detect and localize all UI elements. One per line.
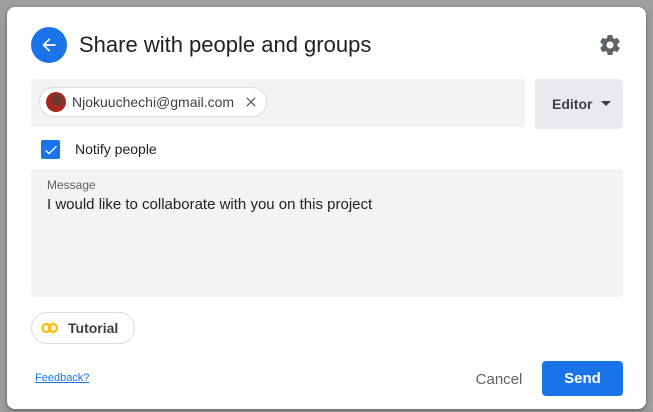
- recipient-email: Njokuuchechi@gmail.com: [72, 94, 235, 110]
- close-icon: [246, 97, 256, 107]
- cancel-button[interactable]: Cancel: [467, 361, 531, 397]
- tutorial-button[interactable]: Tutorial: [31, 312, 135, 344]
- check-icon: [44, 145, 57, 155]
- gear-icon: [600, 35, 620, 55]
- notify-checkbox[interactable]: [41, 140, 60, 159]
- caret-down-icon: [601, 101, 611, 106]
- avatar: [46, 92, 66, 112]
- feedback-link[interactable]: Feedback?: [35, 372, 89, 384]
- message-field[interactable]: Message I would like to collaborate with…: [31, 169, 623, 297]
- dialog-title: Share with people and groups: [79, 32, 372, 57]
- notify-label: Notify people: [75, 141, 157, 157]
- share-dialog: Share with people and groups Njokuuchech…: [7, 7, 646, 409]
- arrow-left-icon: [42, 38, 56, 52]
- recipient-chip[interactable]: Njokuuchechi@gmail.com: [39, 87, 268, 117]
- remove-recipient-button[interactable]: [242, 93, 260, 111]
- message-text: I would like to collaborate with you on …: [47, 196, 373, 213]
- role-dropdown[interactable]: Editor: [535, 79, 623, 129]
- role-selected-label: Editor: [552, 96, 593, 112]
- recipients-input[interactable]: Njokuuchechi@gmail.com: [31, 79, 525, 127]
- send-button[interactable]: Send: [542, 361, 623, 396]
- settings-button[interactable]: [597, 32, 623, 58]
- tutorial-loop-icon: [41, 322, 59, 334]
- back-button[interactable]: [31, 27, 67, 63]
- tutorial-label: Tutorial: [68, 320, 119, 336]
- message-label: Message: [47, 178, 96, 192]
